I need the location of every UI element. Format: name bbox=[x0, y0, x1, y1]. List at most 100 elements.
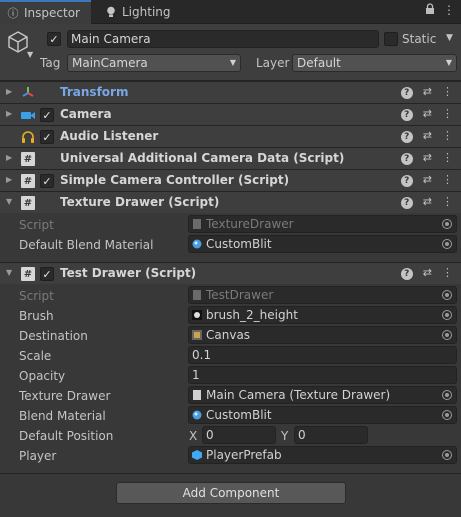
static-checkbox[interactable] bbox=[384, 32, 398, 46]
brush-field[interactable]: brush_2_height bbox=[188, 306, 457, 324]
object-picker-icon[interactable] bbox=[442, 310, 452, 320]
y-field[interactable]: 0 bbox=[294, 426, 368, 444]
player-value: PlayerPrefab bbox=[206, 448, 282, 462]
default-blend-material-label: Default Blend Material bbox=[19, 238, 154, 252]
help-icon[interactable]: ? bbox=[400, 197, 413, 209]
component-tools: ? ⇄ ⋮ bbox=[400, 129, 453, 143]
component-tools: ? ⇄ ⋮ bbox=[400, 173, 453, 187]
opacity-field[interactable]: 1 bbox=[188, 366, 457, 384]
player-label: Player bbox=[19, 449, 57, 463]
presets-icon[interactable]: ⇄ bbox=[423, 266, 432, 280]
object-name-field[interactable]: Main Camera bbox=[67, 30, 379, 48]
tab-inspector-label: Inspector bbox=[24, 6, 80, 20]
more-options-icon[interactable]: ⋮ bbox=[442, 107, 453, 121]
fold-arrow-icon[interactable]: ▶ bbox=[6, 87, 12, 96]
component-simple-camera-controller[interactable]: ▶ # ✓ Simple Camera Controller (Script) … bbox=[0, 169, 461, 191]
y-label: Y bbox=[281, 429, 289, 443]
destination-label: Destination bbox=[19, 329, 88, 343]
more-options-icon[interactable]: ⋮ bbox=[442, 85, 453, 99]
texture-icon bbox=[192, 310, 202, 320]
object-picker-icon bbox=[442, 219, 452, 229]
chevron-down-icon: ▼ bbox=[229, 58, 236, 67]
component-tools: ? ⇄ ⋮ bbox=[400, 151, 453, 165]
component-enabled-checkbox[interactable]: ✓ bbox=[40, 267, 54, 281]
fold-arrow-icon[interactable]: ▶ bbox=[6, 153, 12, 162]
object-header: ▼ ✓ Main Camera Static ▼ Tag MainCamera … bbox=[0, 24, 461, 81]
help-icon[interactable]: ? bbox=[400, 109, 413, 121]
presets-icon[interactable]: ⇄ bbox=[423, 151, 432, 165]
static-dropdown-caret[interactable]: ▼ bbox=[446, 33, 453, 43]
presets-icon[interactable]: ⇄ bbox=[423, 129, 432, 143]
presets-icon[interactable]: ⇄ bbox=[423, 195, 432, 209]
object-picker-icon[interactable] bbox=[442, 330, 452, 340]
active-checkbox[interactable]: ✓ bbox=[47, 32, 61, 46]
component-enabled-checkbox[interactable]: ✓ bbox=[40, 130, 54, 144]
fold-arrow-icon[interactable]: ▶ bbox=[6, 175, 12, 184]
help-icon[interactable]: ? bbox=[400, 175, 413, 187]
material-icon bbox=[192, 410, 202, 420]
more-options-icon[interactable]: ⋮ bbox=[442, 129, 453, 143]
fold-arrow-icon[interactable]: ▶ bbox=[6, 109, 12, 118]
add-component-button[interactable]: Add Component bbox=[116, 482, 346, 504]
fold-arrow-down-icon[interactable]: ▼ bbox=[6, 268, 12, 277]
component-title: Texture Drawer (Script) bbox=[60, 195, 220, 209]
info-icon: ⓘ bbox=[7, 7, 19, 20]
object-picker-icon bbox=[442, 290, 452, 300]
help-icon[interactable]: ? bbox=[400, 87, 413, 99]
help-icon[interactable]: ? bbox=[400, 153, 413, 165]
blend-material-field[interactable]: CustomBlit bbox=[188, 406, 457, 424]
player-field[interactable]: PlayerPrefab bbox=[188, 446, 457, 464]
more-options-icon[interactable]: ⋮ bbox=[442, 151, 453, 165]
scale-field[interactable]: 0.1 bbox=[188, 346, 457, 364]
script-file-icon bbox=[193, 390, 201, 400]
script-field: TestDrawer bbox=[188, 286, 457, 304]
script-label: Script bbox=[19, 289, 54, 303]
more-options-icon[interactable]: ⋮ bbox=[442, 195, 453, 209]
component-universal-additional-camera-data[interactable]: ▶ # Universal Additional Camera Data (Sc… bbox=[0, 147, 461, 169]
object-picker-icon[interactable] bbox=[442, 239, 452, 249]
tab-inspector[interactable]: ⓘ Inspector bbox=[0, 0, 91, 24]
script-value: TextureDrawer bbox=[206, 217, 294, 231]
layer-label: Layer bbox=[256, 56, 290, 70]
component-transform[interactable]: ▶ Transform ? ⇄ ⋮ bbox=[0, 81, 461, 103]
tab-lighting[interactable]: Lighting bbox=[100, 0, 171, 24]
layer-dropdown[interactable]: Default ▼ bbox=[292, 54, 457, 72]
script-file-icon bbox=[193, 219, 201, 229]
component-test-drawer[interactable]: ▼ # ✓ Test Drawer (Script) ? ⇄ ⋮ bbox=[0, 262, 461, 284]
texture-drawer-field[interactable]: Main Camera (Texture Drawer) bbox=[188, 386, 457, 404]
component-camera[interactable]: ▶ ✓ Camera ? ⇄ ⋮ bbox=[0, 103, 461, 125]
component-title: Simple Camera Controller (Script) bbox=[60, 173, 290, 187]
component-tools: ? ⇄ ⋮ bbox=[400, 107, 453, 121]
fold-arrow-down-icon[interactable]: ▼ bbox=[6, 197, 12, 206]
tag-dropdown[interactable]: MainCamera ▼ bbox=[67, 54, 241, 72]
object-picker-icon[interactable] bbox=[442, 450, 452, 460]
more-options-icon[interactable]: ⋮ bbox=[442, 173, 453, 187]
lock-icon[interactable] bbox=[425, 3, 435, 18]
texture-drawer-value: Main Camera (Texture Drawer) bbox=[206, 388, 391, 402]
transform-icon bbox=[20, 85, 36, 101]
component-texture-drawer[interactable]: ▼ # Texture Drawer (Script) ? ⇄ ⋮ bbox=[0, 191, 461, 213]
presets-icon[interactable]: ⇄ bbox=[423, 173, 432, 187]
script-icon: # bbox=[20, 173, 36, 189]
presets-icon[interactable]: ⇄ bbox=[423, 107, 432, 121]
component-title: Camera bbox=[60, 107, 112, 121]
help-icon[interactable]: ? bbox=[400, 268, 413, 280]
help-icon[interactable]: ? bbox=[400, 131, 413, 143]
default-blend-material-field[interactable]: CustomBlit bbox=[188, 235, 457, 253]
more-options-icon[interactable]: ⋮ bbox=[443, 3, 455, 18]
headphones-icon bbox=[20, 129, 36, 145]
component-enabled-checkbox[interactable]: ✓ bbox=[40, 108, 54, 122]
component-audio-listener[interactable]: ✓ Audio Listener ? ⇄ ⋮ bbox=[0, 125, 461, 147]
object-picker-icon[interactable] bbox=[442, 390, 452, 400]
more-options-icon[interactable]: ⋮ bbox=[442, 266, 453, 280]
presets-icon[interactable]: ⇄ bbox=[423, 85, 432, 99]
default-blend-material-value: CustomBlit bbox=[206, 237, 272, 251]
script-icon: # bbox=[20, 266, 36, 282]
brush-value: brush_2_height bbox=[206, 308, 298, 322]
x-field[interactable]: 0 bbox=[202, 426, 276, 444]
icon-dropdown-caret[interactable]: ▼ bbox=[27, 50, 33, 59]
destination-field[interactable]: Canvas bbox=[188, 326, 457, 344]
object-picker-icon[interactable] bbox=[442, 410, 452, 420]
component-enabled-checkbox[interactable]: ✓ bbox=[40, 174, 54, 188]
blend-material-value: CustomBlit bbox=[206, 408, 272, 422]
